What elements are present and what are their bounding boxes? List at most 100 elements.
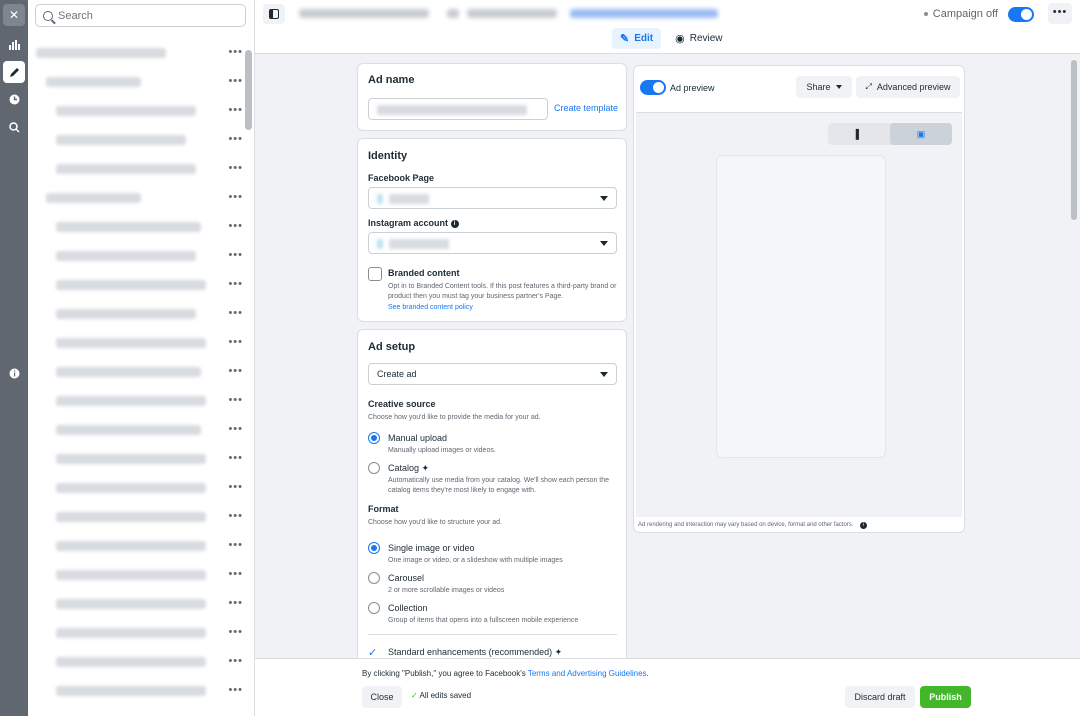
info-icon[interactable]: i [860, 522, 868, 529]
item-more-options-icon[interactable]: ••• [228, 684, 243, 696]
main-scroll-thumb[interactable] [1071, 60, 1077, 220]
tree-item[interactable]: ••• [28, 623, 243, 643]
tree-item[interactable]: ••• [28, 43, 243, 63]
breadcrumb-campaign[interactable] [299, 9, 429, 18]
breadcrumb-ad[interactable] [570, 9, 718, 18]
item-more-options-icon[interactable]: ••• [228, 191, 243, 203]
info-icon[interactable] [3, 362, 25, 384]
tree-item[interactable]: ••• [28, 420, 243, 440]
tree-item[interactable]: ••• [28, 304, 243, 324]
redacted-item-name [56, 686, 206, 696]
item-more-options-icon[interactable]: ••• [228, 104, 243, 116]
breadcrumb-adset[interactable] [467, 9, 557, 18]
chart-icon[interactable] [3, 34, 25, 56]
item-more-options-icon[interactable]: ••• [228, 336, 243, 348]
discard-draft-button[interactable]: Discard draft [845, 686, 915, 708]
close-icon[interactable]: ✕ [3, 4, 25, 26]
redacted-item-name [56, 657, 206, 667]
carousel-radio[interactable] [368, 572, 380, 584]
tree-item[interactable]: ••• [28, 449, 243, 469]
pencil-icon[interactable] [3, 61, 25, 83]
item-more-options-icon[interactable]: ••• [228, 626, 243, 638]
search-input[interactable] [58, 9, 228, 22]
tree-item[interactable]: ••• [28, 652, 243, 672]
more-options-button[interactable]: ••• [1048, 3, 1072, 24]
campaign-toggle[interactable] [1008, 7, 1034, 22]
manual-upload-desc: Manually upload images or videos. [388, 447, 496, 454]
tree-item[interactable]: ••• [28, 507, 243, 527]
tree-item[interactable]: ••• [28, 478, 243, 498]
checkmark-icon: ✓ [411, 691, 418, 700]
item-more-options-icon[interactable]: ••• [228, 568, 243, 580]
search-icon [43, 10, 53, 21]
branded-content-policy-link[interactable]: See branded content policy [388, 303, 473, 313]
tree-item[interactable]: ••• [28, 217, 243, 237]
tree-item[interactable]: ••• [28, 130, 243, 150]
tab-review[interactable]: ◉ Review [667, 28, 730, 49]
tree-item[interactable]: ••• [28, 391, 243, 411]
facebook-page-select[interactable] [368, 187, 617, 209]
item-more-options-icon[interactable]: ••• [228, 423, 243, 435]
collection-desc: Group of items that opens into a fullscr… [388, 617, 579, 624]
toggle-sidebar-icon[interactable] [263, 4, 285, 24]
tree-item[interactable]: ••• [28, 362, 243, 382]
item-more-options-icon[interactable]: ••• [228, 75, 243, 87]
item-more-options-icon[interactable]: ••• [228, 510, 243, 522]
item-more-options-icon[interactable]: ••• [228, 365, 243, 377]
tree-item[interactable]: ••• [28, 681, 243, 701]
publish-button[interactable]: Publish [920, 686, 971, 708]
ad-preview-label: Ad preview [670, 83, 715, 93]
ad-name-input[interactable] [368, 98, 548, 120]
item-more-options-icon[interactable]: ••• [228, 162, 243, 174]
item-more-options-icon[interactable]: ••• [228, 46, 243, 58]
saved-status: ✓ All edits saved [411, 691, 472, 700]
search-review-icon[interactable] [3, 116, 25, 138]
tree-item[interactable]: ••• [28, 536, 243, 556]
item-more-options-icon[interactable]: ••• [228, 539, 243, 551]
carousel-desc: 2 or more scrollable images or videos [388, 587, 505, 594]
terms-link[interactable]: Terms and Advertising Guidelines [528, 669, 647, 678]
item-more-options-icon[interactable]: ••• [228, 394, 243, 406]
advanced-preview-button[interactable]: ⤢ Advanced preview [856, 76, 960, 98]
collection-radio[interactable] [368, 602, 380, 614]
tree-item[interactable]: ••• [28, 594, 243, 614]
search-field[interactable] [35, 4, 246, 27]
sidebar-scroll-thumb[interactable] [245, 50, 252, 130]
item-more-options-icon[interactable]: ••• [228, 307, 243, 319]
tree-item[interactable]: ••• [28, 333, 243, 353]
item-more-options-icon[interactable]: ••• [228, 452, 243, 464]
redacted-item-name [56, 135, 186, 145]
redacted-item-name [46, 77, 141, 87]
sidebar-scrollbar[interactable] [245, 50, 252, 710]
tree-item[interactable]: ••• [28, 101, 243, 121]
tree-item[interactable]: ••• [28, 246, 243, 266]
ad-setup-select[interactable]: Create ad [368, 363, 617, 385]
item-more-options-icon[interactable]: ••• [228, 597, 243, 609]
main-scrollbar[interactable] [1068, 54, 1080, 658]
tree-item[interactable]: ••• [28, 72, 243, 92]
ad-preview-toggle[interactable] [640, 80, 666, 95]
tree-item[interactable]: ••• [28, 159, 243, 179]
catalog-radio[interactable] [368, 462, 380, 474]
item-more-options-icon[interactable]: ••• [228, 220, 243, 232]
tab-edit[interactable]: ✎ Edit [612, 28, 662, 49]
feed-placement-icon[interactable]: ▌ [828, 123, 890, 145]
close-button[interactable]: Close [362, 686, 402, 708]
info-icon: i [450, 219, 459, 228]
item-more-options-icon[interactable]: ••• [228, 133, 243, 145]
item-more-options-icon[interactable]: ••• [228, 655, 243, 667]
clock-icon[interactable] [3, 88, 25, 110]
tree-item[interactable]: ••• [28, 275, 243, 295]
share-button[interactable]: Share [796, 76, 852, 98]
tree-item[interactable]: ••• [28, 565, 243, 585]
story-placement-icon[interactable]: ▣ [890, 123, 952, 145]
branded-content-checkbox[interactable] [368, 267, 382, 281]
item-more-options-icon[interactable]: ••• [228, 278, 243, 290]
tree-item[interactable]: ••• [28, 188, 243, 208]
instagram-account-select[interactable] [368, 232, 617, 254]
manual-upload-radio[interactable] [368, 432, 380, 444]
item-more-options-icon[interactable]: ••• [228, 249, 243, 261]
item-more-options-icon[interactable]: ••• [228, 481, 243, 493]
create-template-link[interactable]: Create template [554, 103, 618, 113]
single-image-radio[interactable] [368, 542, 380, 554]
